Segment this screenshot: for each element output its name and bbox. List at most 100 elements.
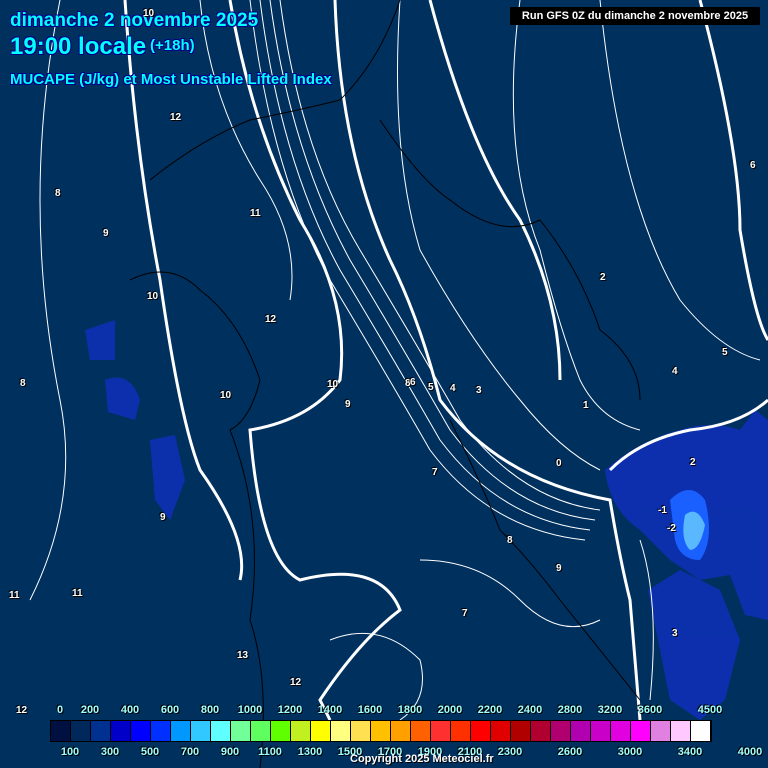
legend-top-label: 400 (120, 704, 140, 716)
legend-top-label: 4500 (697, 704, 723, 716)
li-label: 7 (432, 467, 438, 478)
legend-top-label: 2800 (557, 704, 583, 716)
legend-top-label: 2200 (477, 704, 503, 716)
legend-swatch (111, 721, 131, 741)
li-label: 9 (160, 512, 166, 523)
li-label: 9 (345, 399, 351, 410)
legend-swatch (631, 721, 651, 741)
li-label: 10 (147, 291, 159, 302)
legend-swatch (191, 721, 211, 741)
li-label: 7 (462, 608, 468, 619)
legend-bottom-label: 100 (60, 746, 80, 758)
legend-swatch (491, 721, 511, 741)
legend-swatch (551, 721, 571, 741)
li-label: 9 (103, 228, 109, 239)
li-label: 12 (16, 705, 28, 716)
li-label: 10 (220, 390, 232, 401)
legend-swatch (691, 721, 711, 741)
li-label: 3 (672, 628, 678, 639)
cape-shading (85, 320, 768, 720)
legend-swatch (391, 721, 411, 741)
legend-bottom-label: 1300 (297, 746, 323, 758)
legend-swatch (351, 721, 371, 741)
legend-swatch (131, 721, 151, 741)
legend-top-label: 2000 (437, 704, 463, 716)
legend-bottom-label: 2300 (497, 746, 523, 758)
li-label: 5 (722, 347, 728, 358)
legend-swatch (71, 721, 91, 741)
legend-swatch (171, 721, 191, 741)
li-label: 8 (55, 188, 61, 199)
li-label: 2 (690, 457, 696, 468)
forecast-date: dimanche 2 novembre 2025 (10, 10, 259, 31)
run-info: Run GFS 0Z du dimanche 2 novembre 2025 (510, 7, 760, 25)
li-label: 5 (428, 382, 434, 393)
li-label: -1 (658, 505, 667, 516)
li-label: 4 (672, 366, 678, 377)
forecast-time: 19:00 locale (10, 33, 147, 60)
legend-swatch (471, 721, 491, 741)
legend-top-label: 0 (56, 704, 64, 716)
legend-swatch (251, 721, 271, 741)
li-label: 6 (750, 160, 756, 171)
legend-swatch (651, 721, 671, 741)
color-legend (50, 720, 712, 742)
copyright: Copyright 2025 Meteociel.fr (350, 753, 494, 765)
legend-swatch (371, 721, 391, 741)
legend-swatch (231, 721, 251, 741)
legend-swatch (291, 721, 311, 741)
legend-top-label: 1400 (317, 704, 343, 716)
legend-bottom-label: 500 (140, 746, 160, 758)
legend-swatch (211, 721, 231, 741)
legend-bottom-label: 300 (100, 746, 120, 758)
li-label: 11 (9, 590, 20, 601)
li-label: 9 (556, 563, 562, 574)
legend-top-label: 1600 (357, 704, 383, 716)
coastlines-borders (129, 0, 641, 768)
legend-top-label: 200 (80, 704, 100, 716)
legend-swatch (271, 721, 291, 741)
legend-swatch (411, 721, 431, 741)
legend-bottom-label: 4000 (737, 746, 763, 758)
legend-swatch (591, 721, 611, 741)
legend-top-label: 3200 (597, 704, 623, 716)
legend-swatch (151, 721, 171, 741)
legend-swatch (311, 721, 331, 741)
li-label: 12 (265, 314, 277, 325)
legend-bottom-label: 900 (220, 746, 240, 758)
li-label: 10 (143, 8, 155, 19)
legend-swatch (511, 721, 531, 741)
parameter-title: MUCAPE (J/kg) et Most Unstable Lifted In… (10, 71, 332, 88)
legend-top-label: 1200 (277, 704, 303, 716)
legend-swatch (91, 721, 111, 741)
legend-top-label: 800 (200, 704, 220, 716)
legend-bottom-label: 1100 (258, 746, 282, 758)
legend-swatch (571, 721, 591, 741)
li-label: 3 (476, 385, 482, 396)
legend-top-label: 2400 (517, 704, 543, 716)
legend-swatch (431, 721, 451, 741)
legend-top-label: 1800 (397, 704, 423, 716)
legend-top-label: 600 (160, 704, 180, 716)
legend-top-label: 3600 (637, 704, 663, 716)
legend-swatch (531, 721, 551, 741)
legend-bottom-label: 700 (180, 746, 200, 758)
li-label: 2 (600, 272, 606, 283)
legend-swatch (451, 721, 471, 741)
legend-top-label: 1000 (237, 704, 263, 716)
li-label: 10 (327, 379, 339, 390)
li-label: 13 (237, 650, 249, 661)
li-label: 4 (450, 383, 456, 394)
li-label: 0 (556, 458, 562, 469)
lead-time: (+18h) (150, 37, 195, 54)
legend-bottom-label: 2600 (557, 746, 583, 758)
li-label: 1 (583, 400, 589, 411)
li-label: 11 (250, 208, 261, 219)
li-label: 8 (20, 378, 26, 389)
li-label: -2 (667, 523, 676, 534)
li-label: 12 (170, 112, 182, 123)
li-label: 12 (290, 677, 302, 688)
cape-map (29, 0, 768, 768)
li-label: 6 (410, 377, 416, 388)
li-label: 8 (507, 535, 513, 546)
